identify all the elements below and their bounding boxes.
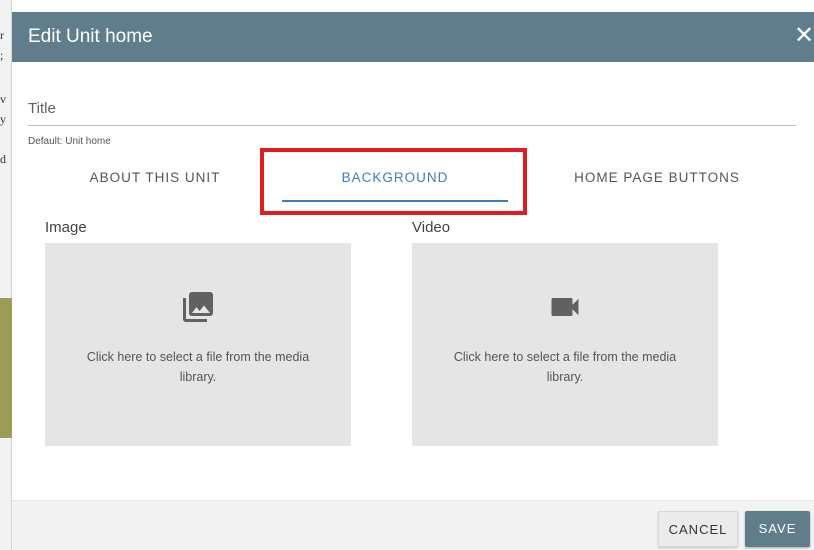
save-button[interactable]: SAVE: [745, 511, 810, 547]
cancel-button[interactable]: CANCEL: [658, 511, 738, 547]
background-text: r: [0, 28, 4, 42]
video-label: Video: [412, 219, 451, 236]
background-text: ;: [0, 48, 4, 62]
background-text: d: [0, 152, 6, 166]
dialog-header: Edit Unit home ✕: [12, 12, 814, 62]
videocam-icon: [551, 298, 579, 316]
title-field[interactable]: Title: [28, 98, 796, 126]
title-hint: Default: Unit home: [28, 136, 111, 147]
video-dropzone-text: Click here to select a file from the med…: [453, 350, 677, 384]
video-dropzone[interactable]: Click here to select a file from the med…: [412, 243, 718, 446]
screen: r ; v y d Edit Unit home ✕ Title Default…: [0, 0, 814, 550]
dialog-title: Edit Unit home: [28, 26, 153, 47]
background-text: y: [0, 112, 6, 126]
close-icon[interactable]: ✕: [794, 24, 814, 48]
image-dropzone[interactable]: Click here to select a file from the med…: [45, 243, 351, 446]
image-dropzone-text: Click here to select a file from the med…: [86, 350, 310, 384]
tab-about-this-unit[interactable]: ABOUT THIS UNIT: [32, 162, 278, 202]
dialog-footer: CANCEL SAVE: [12, 500, 814, 550]
title-field-label: Title: [28, 100, 56, 117]
background-page-image: [0, 298, 12, 438]
highlight-box: [260, 148, 527, 215]
edit-unit-dialog: Edit Unit home ✕ Title Default: Unit hom…: [12, 12, 814, 550]
background-page: [0, 0, 12, 550]
photo-library-icon: [183, 292, 213, 322]
image-label: Image: [45, 219, 87, 236]
tab-home-page-buttons[interactable]: HOME PAGE BUTTONS: [512, 162, 802, 202]
background-text: v: [0, 92, 6, 106]
